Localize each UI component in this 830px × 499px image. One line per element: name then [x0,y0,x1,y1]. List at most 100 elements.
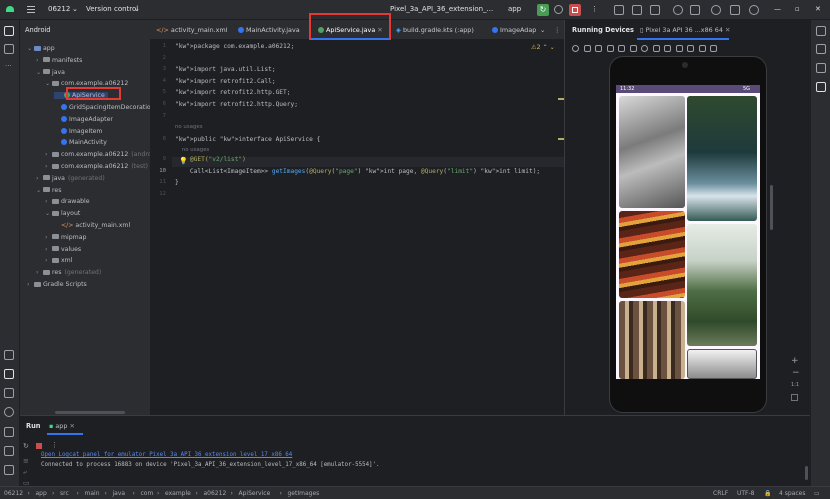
layout-inspector-icon[interactable] [650,5,660,15]
tab-mainactivity-java[interactable]: MainActivity.java [238,26,300,34]
code-editor[interactable]: ⚠2 ⌃ ⌄ 1 2 3 4 5 6 7 8 9 10 11 12 "kw">package com.… [150,40,564,415]
file-encoding[interactable]: UTF-8 [737,490,755,497]
tree-item[interactable]: › com.example.a06212 (andro [45,151,152,158]
home-icon[interactable] [641,45,648,52]
chevron-down-icon[interactable]: ⌄ [45,210,52,217]
tree-item[interactable]: › mipmap [45,234,86,241]
chevron-right-icon[interactable]: › [45,234,52,241]
tab-list-chevron-icon[interactable]: ⌄ [540,26,545,34]
chevron-right-icon[interactable]: › [45,257,52,264]
horizontal-scrollbar[interactable] [55,411,125,414]
tree-item[interactable]: MainActivity [54,139,107,146]
project-tool-icon[interactable] [4,26,14,36]
tree-item[interactable]: ImageItem [54,127,102,135]
console-scrollbar[interactable] [805,466,808,480]
chevron-right-icon[interactable]: › [45,198,52,205]
zoom-in-button[interactable]: + [791,356,799,366]
screen-record-icon[interactable] [675,45,683,52]
tree-item[interactable]: ⌄ layout [45,210,80,217]
chevron-right-icon[interactable]: › [45,163,52,170]
zoom-out-button[interactable]: − [792,368,800,378]
more-icon[interactable]: ⋮ [51,441,58,449]
chevron-down-icon[interactable]: ⌄ [36,187,43,194]
notifications-icon[interactable] [816,26,826,36]
tab-apiservice-java[interactable]: ApiService.java ✕ [318,26,383,34]
tree-item[interactable]: GridSpacingItemDecoratio [54,104,151,111]
volume-down-icon[interactable] [595,45,602,52]
terminal-tool-icon[interactable] [4,446,14,456]
breadcrumb-item[interactable]: example [165,490,191,497]
breadcrumb-item[interactable]: app [36,490,47,497]
breadcrumb-item[interactable]: 06212 [4,490,23,497]
tree-item[interactable]: ⌄ app [27,45,55,52]
screenshot-icon[interactable] [664,45,671,52]
device-selector[interactable]: Pixel_3a_API_36_extension_... [390,5,493,13]
plugins-icon[interactable] [730,5,740,15]
debug-icon[interactable] [554,5,563,14]
gemini-icon[interactable] [816,44,826,54]
minimize-icon[interactable]: — [774,5,781,13]
display-mode-icon[interactable] [687,45,694,52]
scroll-end-icon[interactable]: ≡ [23,457,29,465]
rerun-icon[interactable]: ↻ [23,442,29,450]
tab-build-gradle[interactable]: ◈ build.gradle.kts (:app) [396,26,474,34]
close-tab-icon[interactable]: ✕ [69,422,74,430]
intention-bulb-icon[interactable]: 💡 [179,157,188,165]
close-tab-icon[interactable]: ✕ [725,26,730,34]
lock-icon[interactable]: 🔒 [764,490,771,497]
problems-tool-icon[interactable] [4,407,14,417]
logcat-link[interactable]: Open Logcat panel for emulator Pixel 3a … [41,452,292,458]
run-config-selector[interactable]: app [508,5,521,13]
close-icon[interactable]: ✕ [815,5,821,13]
breadcrumb-item[interactable]: getImages [288,490,320,497]
device-manager-icon[interactable] [816,63,826,73]
rotate-right-icon[interactable] [618,45,625,52]
structure-tool-icon[interactable] [4,44,14,54]
stop-button[interactable] [569,4,581,16]
indent-setting[interactable]: 4 spaces [779,490,805,497]
breadcrumb-item[interactable]: java [113,490,126,497]
project-view-selector[interactable]: Android [25,26,51,34]
soft-wrap-icon[interactable]: ⤶ [23,468,27,477]
tree-item[interactable]: › Gradle Scripts [27,281,87,288]
more-tools-icon[interactable]: ··· [5,62,12,70]
rotate-left-icon[interactable] [606,45,614,52]
settings-gear-icon[interactable] [673,5,683,15]
chevron-down-icon[interactable]: ⌄ [27,45,34,52]
breadcrumb-item[interactable]: com [141,490,154,497]
chevron-down-icon[interactable]: ⌄ [45,80,52,87]
vcs-widget[interactable]: Version control [86,5,138,13]
more-icon[interactable] [710,45,717,52]
tree-item[interactable]: ApiService [54,92,108,100]
tree-item[interactable]: </> activity_main.xml [54,222,130,229]
tree-item[interactable]: › com.example.a06212 (test) [45,163,148,170]
snapshot-icon[interactable] [698,45,706,52]
tree-item[interactable]: › drawable [45,198,90,205]
overview-icon[interactable] [652,45,660,52]
chevron-right-icon[interactable]: › [36,269,43,276]
gradle-sync-icon[interactable] [690,5,700,15]
panel-scrollbar[interactable] [770,185,773,230]
main-menu-icon[interactable] [27,6,35,13]
device-tab[interactable]: ▯ Pixel 3a API 36 ...x86 64 ✕ [640,26,730,34]
zoom-actual-button[interactable]: 1:1 [791,382,799,388]
restore-icon[interactable]: ▫ [795,5,800,13]
logcat-tool-icon[interactable] [4,427,14,437]
status-menu-icon[interactable]: ▭ [814,490,820,497]
breadcrumb-item[interactable]: ApiService [239,490,271,497]
chevron-right-icon[interactable]: › [36,57,43,64]
power-icon[interactable] [572,45,579,52]
tab-activity-main-xml[interactable]: </> activity_main.xml [156,26,227,34]
build-tool-icon[interactable] [4,350,14,360]
tree-item[interactable]: ⌄ java [36,69,65,76]
zoom-fit-icon[interactable] [791,394,798,401]
breadcrumb-item[interactable]: main [85,490,100,497]
chevron-right-icon[interactable]: › [36,175,43,182]
chevron-down-icon[interactable]: ⌄ [36,69,43,76]
stop-icon[interactable] [36,443,42,449]
tab-more-icon[interactable]: ⋮ [554,26,560,34]
warning-indicator[interactable]: ⚠2 ⌃ ⌄ [531,44,555,51]
search-icon[interactable] [711,5,721,15]
tree-item[interactable]: ⌄ com.example.a06212 [45,80,128,87]
chevron-right-icon[interactable]: › [45,246,52,253]
